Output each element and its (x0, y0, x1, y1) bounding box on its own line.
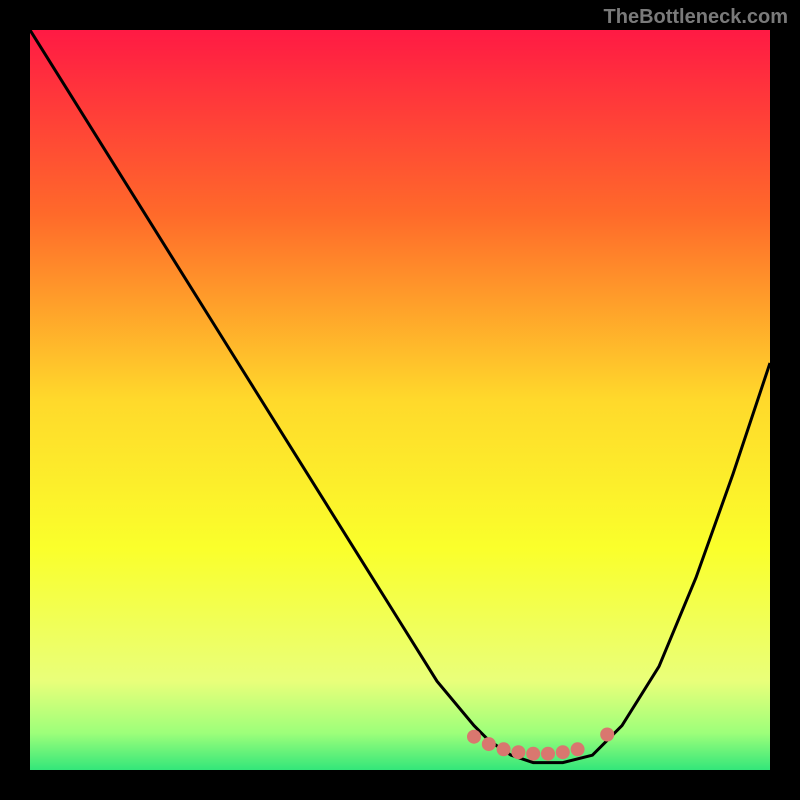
chart-container (30, 30, 770, 770)
optimal-marker (497, 742, 511, 756)
optimal-marker (467, 730, 481, 744)
optimal-marker (511, 745, 525, 759)
optimal-marker (571, 742, 585, 756)
optimal-marker (526, 747, 540, 761)
optimal-marker (541, 747, 555, 761)
optimal-marker (556, 745, 570, 759)
watermark-text: TheBottleneck.com (604, 6, 788, 29)
optimal-marker (600, 728, 614, 742)
chart-background (30, 30, 770, 770)
optimal-marker (482, 737, 496, 751)
bottleneck-chart (30, 30, 770, 770)
